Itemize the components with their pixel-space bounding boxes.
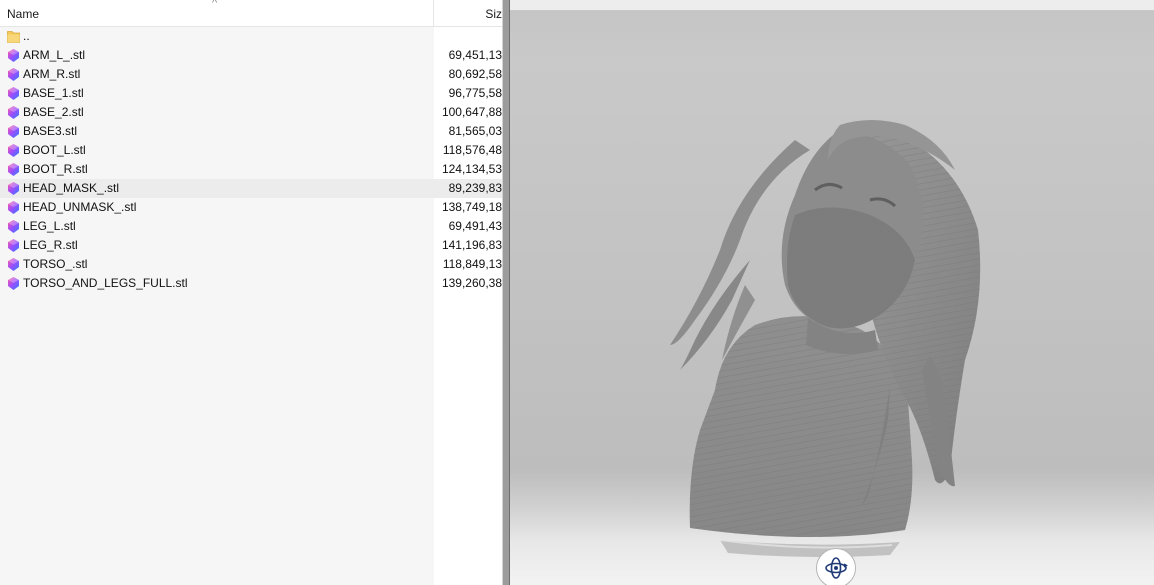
3d-viewer-file-icon <box>8 49 19 62</box>
file-row[interactable]: BOOT_L.stl 118,576,48 <box>0 141 502 160</box>
file-name: HEAD_UNMASK_.stl <box>23 200 137 214</box>
parent-folder-row[interactable]: .. <box>0 27 502 46</box>
file-name: TORSO_AND_LEGS_FULL.stl <box>23 276 188 290</box>
file-size: 89,239,83 <box>448 181 502 195</box>
file-size: 100,647,88 <box>441 105 502 119</box>
3d-viewer-file-icon <box>8 68 19 81</box>
file-name: LEG_L.stl <box>23 219 76 233</box>
3d-viewer-file-icon <box>8 239 19 252</box>
file-name: BOOT_R.stl <box>23 162 88 176</box>
file-row[interactable]: ARM_R.stl 80,692,58 <box>0 65 502 84</box>
column-header-bar: Name ^ Siz <box>0 0 502 27</box>
file-size: 80,692,58 <box>448 67 502 81</box>
sort-ascending-caret-icon: ^ <box>212 0 218 9</box>
file-row[interactable]: ARM_L_.stl 69,451,13 <box>0 46 502 65</box>
file-row[interactable]: TORSO_.stl 118,849,13 <box>0 255 502 274</box>
file-size: 139,260,38 <box>441 276 502 290</box>
file-name: BASE_1.stl <box>23 86 84 100</box>
file-size: 118,849,13 <box>442 257 502 271</box>
file-name: HEAD_MASK_.stl <box>23 181 120 195</box>
file-size: 69,451,13 <box>448 48 502 62</box>
file-size: 141,196,83 <box>441 238 502 252</box>
3d-viewer-file-icon <box>8 106 19 119</box>
rotate-view-button[interactable] <box>816 548 856 585</box>
file-name: ARM_R.stl <box>23 67 81 81</box>
3d-viewer-file-icon <box>8 258 19 271</box>
folder-icon <box>7 31 20 43</box>
file-size: 124,134,53 <box>441 162 502 176</box>
file-name: BOOT_L.stl <box>23 143 86 157</box>
file-size: 118,576,48 <box>442 143 502 157</box>
file-size: 96,775,58 <box>448 86 502 100</box>
file-row[interactable]: HEAD_UNMASK_.stl 138,749,18 <box>0 198 502 217</box>
3d-viewer-pane[interactable] <box>510 0 1154 585</box>
rotate-orbit-icon <box>825 557 848 579</box>
file-row[interactable]: LEG_L.stl 69,491,43 <box>0 217 502 236</box>
file-row[interactable]: BASE3.stl 81,565,03 <box>0 122 502 141</box>
file-list-pane: Name ^ Siz .. ARM_L_.stl 69,451,13 ARM_R.s… <box>0 0 502 585</box>
file-row[interactable]: LEG_R.stl 141,196,83 <box>0 236 502 255</box>
file-size: 69,491,43 <box>448 219 502 233</box>
3d-viewer-file-icon <box>8 201 19 214</box>
file-size: 138,749,18 <box>441 200 502 214</box>
3d-viewer-file-icon <box>8 144 19 157</box>
size-column-header[interactable]: Siz <box>434 0 502 26</box>
size-column-label: Siz <box>485 7 502 21</box>
parent-folder-label: .. <box>23 29 30 43</box>
pane-splitter[interactable] <box>502 0 510 585</box>
file-row[interactable]: BASE_2.stl 100,647,88 <box>0 103 502 122</box>
file-rows: .. ARM_L_.stl 69,451,13 ARM_R.stl 80,692,58… <box>0 27 502 293</box>
3d-viewer-file-icon <box>8 182 19 195</box>
file-name: BASE_2.stl <box>23 105 84 119</box>
file-name: ARM_L_.stl <box>23 48 86 62</box>
file-row[interactable]: HEAD_MASK_.stl 89,239,83 <box>0 179 502 198</box>
name-column-header[interactable]: Name ^ <box>0 0 434 26</box>
file-row[interactable]: TORSO_AND_LEGS_FULL.stl 139,260,38 <box>0 274 502 293</box>
3d-viewer-file-icon <box>8 277 19 290</box>
file-row[interactable]: BASE_1.stl 96,775,58 <box>0 84 502 103</box>
3d-model-render <box>670 120 981 558</box>
file-size: 81,565,03 <box>448 124 502 138</box>
file-name: LEG_R.stl <box>23 238 78 252</box>
name-column-label: Name <box>7 7 40 21</box>
3d-viewer-file-icon <box>8 87 19 100</box>
app-root: Name ^ Siz .. ARM_L_.stl 69,451,13 ARM_R.s… <box>0 0 1154 585</box>
file-name: TORSO_.stl <box>23 257 88 271</box>
file-row[interactable]: BOOT_R.stl 124,134,53 <box>0 160 502 179</box>
file-name: BASE3.stl <box>23 124 78 138</box>
3d-viewer-file-icon <box>8 220 19 233</box>
3d-viewer-file-icon <box>8 125 19 138</box>
3d-viewer-file-icon <box>8 163 19 176</box>
